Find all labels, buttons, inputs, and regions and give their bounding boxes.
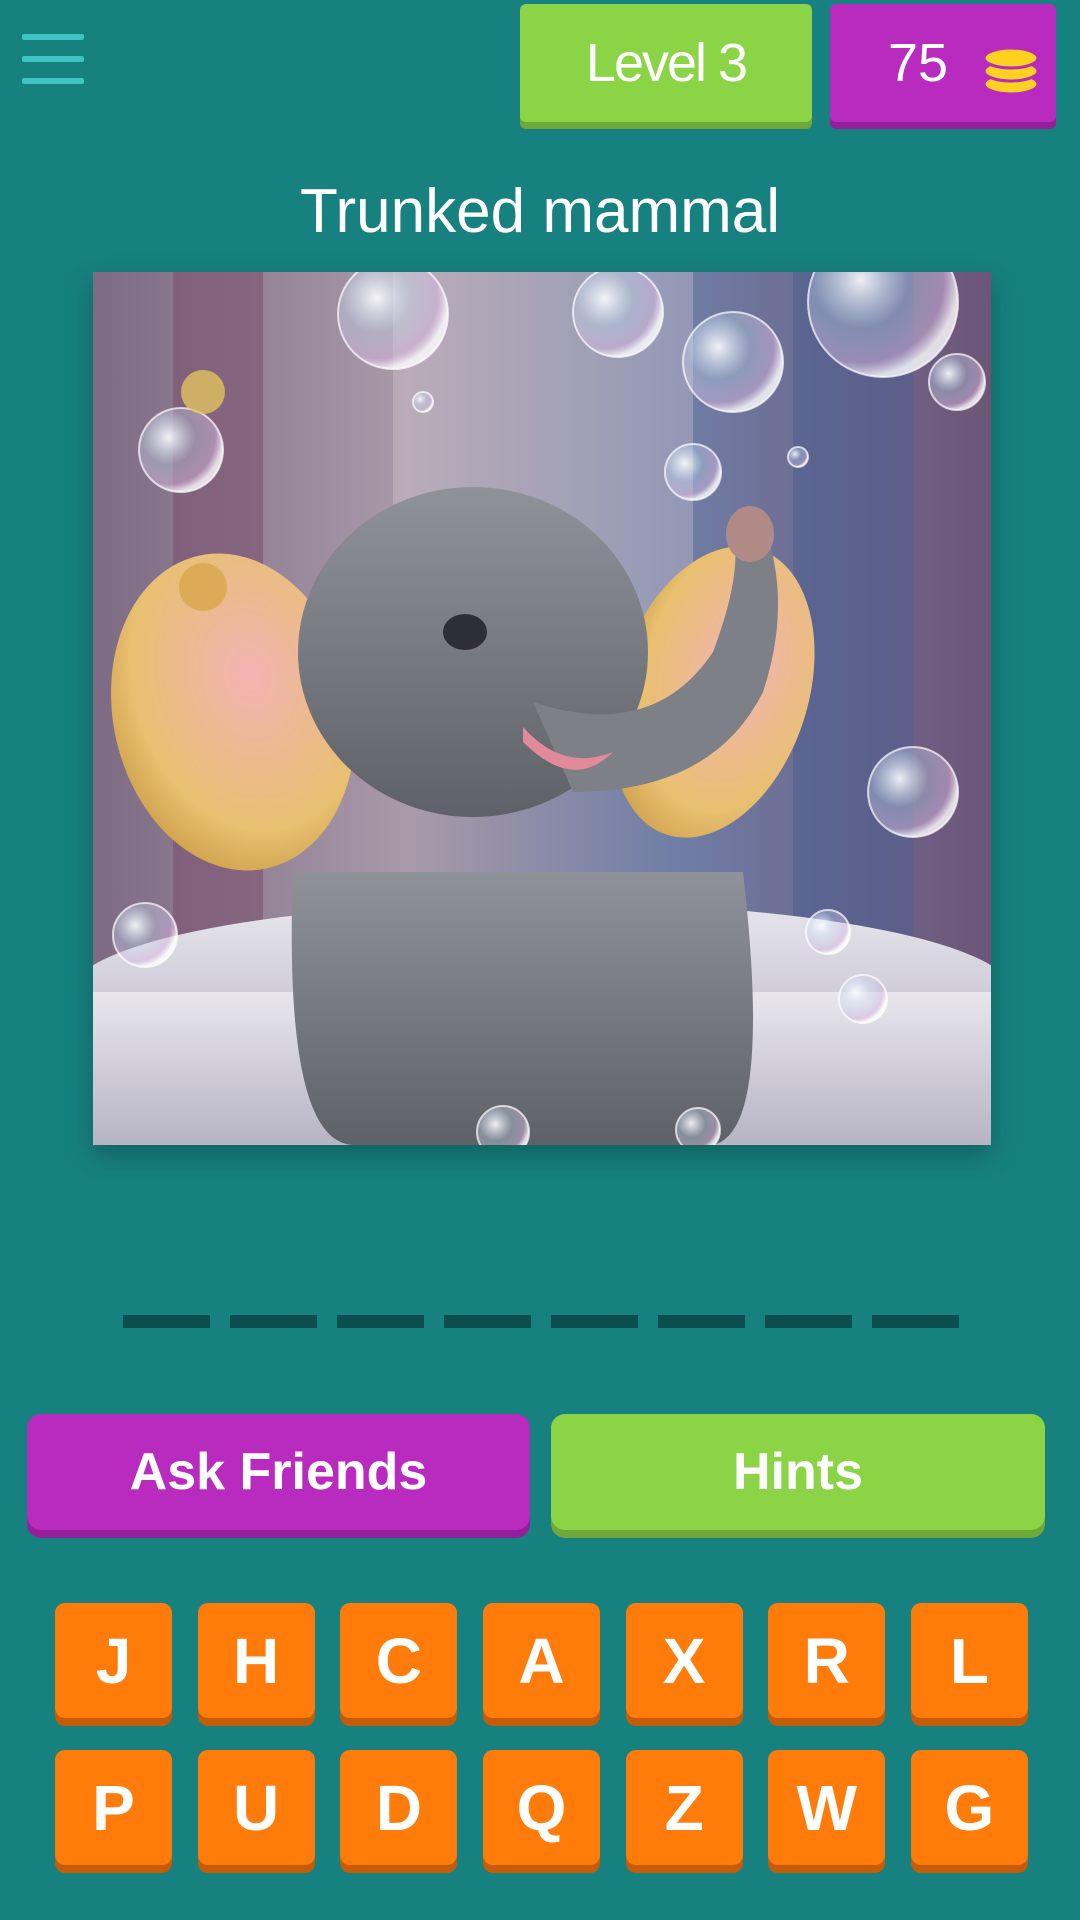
answer-slots xyxy=(123,1315,979,1328)
key-row: P U D Q Z W G xyxy=(55,1750,1028,1865)
level-label: Level 3 xyxy=(585,33,748,93)
clue-text: Trunked mammal xyxy=(299,177,781,246)
letter-key[interactable]: X xyxy=(625,1603,743,1718)
answer-slot[interactable] xyxy=(872,1315,959,1328)
coin-stack-icon xyxy=(982,46,1040,96)
answer-slot[interactable] xyxy=(551,1315,638,1328)
key-row: J H C A X R L xyxy=(55,1603,1028,1718)
letter-key[interactable]: U xyxy=(197,1750,315,1865)
answer-slot[interactable] xyxy=(337,1315,424,1328)
letter-key[interactable]: R xyxy=(768,1603,886,1718)
letter-key[interactable]: J xyxy=(55,1603,172,1718)
letter-key[interactable]: L xyxy=(910,1603,1028,1718)
letter-key[interactable]: D xyxy=(340,1750,458,1865)
hints-label: Hints xyxy=(733,1443,863,1501)
answer-slot[interactable] xyxy=(123,1315,210,1328)
hints-button[interactable]: Hints xyxy=(551,1414,1045,1530)
letter-key[interactable]: A xyxy=(482,1603,600,1718)
letter-key[interactable]: W xyxy=(768,1750,886,1865)
game-screen: Level 3 75 Trunked mammal Ask Friends Hi… xyxy=(0,0,1080,1920)
letter-key[interactable]: Z xyxy=(625,1750,743,1865)
ask-friends-label: Ask Friends xyxy=(129,1443,428,1501)
level-badge: Level 3 xyxy=(520,4,812,122)
puzzle-image xyxy=(93,272,991,1145)
ask-friends-button[interactable]: Ask Friends xyxy=(27,1414,530,1530)
letter-key[interactable]: C xyxy=(340,1603,458,1718)
letter-key[interactable]: H xyxy=(197,1603,315,1718)
coins-badge[interactable]: 75 xyxy=(830,4,1056,122)
answer-slot[interactable] xyxy=(765,1315,852,1328)
answer-slot[interactable] xyxy=(230,1315,317,1328)
answer-slot[interactable] xyxy=(444,1315,531,1328)
letter-key[interactable]: P xyxy=(55,1750,172,1865)
hamburger-menu-icon[interactable] xyxy=(22,34,84,90)
letter-keyboard: J H C A X R L P U D Q Z W G xyxy=(55,1603,1028,1897)
letter-key[interactable]: Q xyxy=(482,1750,600,1865)
baby-elephant-bath-illustration xyxy=(93,272,991,1145)
letter-key[interactable]: G xyxy=(910,1750,1028,1865)
coin-count: 75 xyxy=(888,33,949,93)
answer-slot[interactable] xyxy=(658,1315,745,1328)
